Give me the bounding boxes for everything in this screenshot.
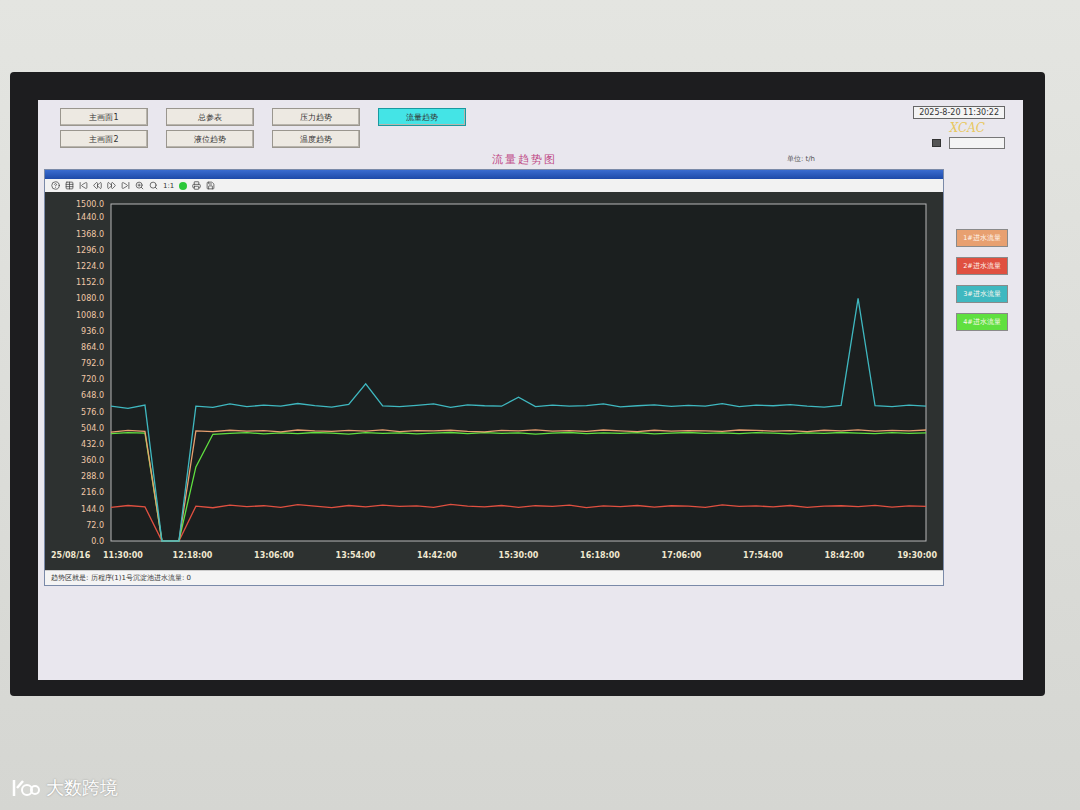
status-block: 2025-8-20 11:30:22 XCAC <box>913 106 1005 149</box>
nav-button[interactable]: 主画面1 <box>60 108 148 126</box>
page: 主画面1 总参表压力趋势流量趋势主画面2 液位趋势温度趋势 2025-8-20 11:… <box>0 0 1080 810</box>
status-line: 趋势区就是: 历程序(1)1号沉淀池进水流量: 0 <box>45 570 943 585</box>
help-button[interactable] <box>51 181 60 190</box>
user-row <box>932 137 1005 149</box>
x-tick: 18:42:00 <box>825 551 865 560</box>
save-icon <box>206 181 215 190</box>
y-tick: 648.0 <box>81 391 104 400</box>
y-tick: 1080.0 <box>76 294 104 303</box>
skip-forward-icon <box>121 181 130 190</box>
datetime: 2025-8-20 11:30:22 <box>913 106 1005 119</box>
x-tick: 14:42:00 <box>417 551 457 560</box>
skip-back-icon <box>79 181 88 190</box>
y-tick: 576.0 <box>81 408 104 417</box>
rewind-icon <box>93 181 102 190</box>
series-line <box>111 504 926 541</box>
first-button[interactable] <box>79 181 88 190</box>
nav-button[interactable]: 液位趋势 <box>166 130 254 148</box>
nav-button[interactable]: 主画面2 <box>60 130 148 148</box>
main-row: 1:11500.01440.01368.01296.01224.01152.01… <box>44 169 1005 586</box>
y-tick: 216.0 <box>81 488 104 497</box>
table-button[interactable] <box>65 181 74 190</box>
x-tick: 16:18:00 <box>580 551 620 560</box>
rewind-button[interactable] <box>93 181 102 190</box>
y-tick: 1500.0 <box>76 200 104 209</box>
series-line <box>111 298 926 541</box>
fast-forward-icon <box>107 181 116 190</box>
y-tick: 1368.0 <box>76 230 104 239</box>
y-tick: 864.0 <box>81 343 104 352</box>
y-tick: 432.0 <box>81 440 104 449</box>
x-tick: 17:54:00 <box>743 551 783 560</box>
y-tick: 72.0 <box>86 521 104 530</box>
watermark-logo-icon <box>10 777 40 799</box>
hmi-screen: 主画面1 总参表压力趋势流量趋势主画面2 液位趋势温度趋势 2025-8-20 11:… <box>38 100 1023 680</box>
y-tick: 1008.0 <box>76 311 104 320</box>
y-tick: 0.0 <box>91 537 104 546</box>
search-button[interactable] <box>149 181 158 190</box>
nav-button[interactable]: 总参表 <box>166 108 254 126</box>
series-line <box>111 430 926 541</box>
x-tick: 13:06:00 <box>254 551 294 560</box>
zoom-in-icon <box>135 181 144 190</box>
forward-button[interactable] <box>107 181 116 190</box>
y-tick: 792.0 <box>81 359 104 368</box>
watermark: 大数跨境 <box>10 776 1080 800</box>
monitor-bezel: 主画面1 总参表压力趋势流量趋势主画面2 液位趋势温度趋势 2025-8-20 11:… <box>10 72 1045 696</box>
legend-button[interactable]: 4#进水流量 <box>956 313 1008 331</box>
plot-frame <box>111 204 926 541</box>
run-indicator[interactable] <box>179 182 187 190</box>
chart-toolbar: 1:1 <box>45 179 943 192</box>
nav-button[interactable]: 压力趋势 <box>272 108 360 126</box>
x-tick: 11:30:00 <box>103 551 143 560</box>
y-tick: 360.0 <box>81 456 104 465</box>
printer-icon <box>192 181 201 190</box>
search-icon <box>149 181 158 190</box>
x-tick: 13:54:00 <box>336 551 376 560</box>
legend-button[interactable]: 3#进水流量 <box>956 285 1008 303</box>
title-row: 流量趋势图 单位: t/h <box>44 151 1005 167</box>
y-tick: 1224.0 <box>76 262 104 271</box>
unit-label: 单位: t/h <box>787 154 815 164</box>
nav-button[interactable]: 温度趋势 <box>272 130 360 148</box>
nav-grid: 主画面1 总参表压力趋势流量趋势主画面2 液位趋势温度趋势 <box>60 106 466 148</box>
x-tick: 15:30:00 <box>499 551 539 560</box>
help-icon <box>51 181 60 190</box>
nav-button[interactable]: 流量趋势 <box>378 108 466 126</box>
save-button[interactable] <box>206 181 215 190</box>
x-tick: 17:06:00 <box>662 551 702 560</box>
x-date: 25/08/16 <box>51 551 91 560</box>
y-tick: 288.0 <box>81 472 104 481</box>
x-tick: 12:18:00 <box>173 551 213 560</box>
zoom-in-button[interactable] <box>135 181 144 190</box>
logo: XCAC <box>950 121 1005 135</box>
y-tick: 1296.0 <box>76 246 104 255</box>
top-bar: 主画面1 总参表压力趋势流量趋势主画面2 液位趋势温度趋势 2025-8-20 11:… <box>44 106 1005 149</box>
table-icon <box>65 181 74 190</box>
user-icon <box>932 139 941 147</box>
y-tick: 936.0 <box>81 327 104 336</box>
plot-area: 1500.0 1440.0 1368.0 1296.0 1224.0 1152.0 1080… <box>45 192 943 570</box>
watermark-text: 大数跨境 <box>46 776 118 800</box>
legend-button[interactable]: 2#进水流量 <box>956 257 1008 275</box>
legend-button[interactable]: 1#进水流量 <box>956 229 1008 247</box>
chart-window: 1:11500.01440.01368.01296.01224.01152.01… <box>44 169 944 586</box>
legend: 1#进水流量 2#进水流量 3#进水流量 4#进水流量 <box>956 229 1008 586</box>
print-button[interactable] <box>192 181 201 190</box>
series-line <box>111 432 926 541</box>
page-title: 流量趋势图 <box>492 152 557 167</box>
user-field[interactable] <box>949 137 1005 149</box>
y-tick: 1152.0 <box>76 278 104 287</box>
flow-trend-chart: 1500.0 1440.0 1368.0 1296.0 1224.0 1152.0 1080… <box>49 194 939 566</box>
y-tick: 144.0 <box>81 505 104 514</box>
chart-title-bar <box>45 170 943 179</box>
y-tick: 1440.0 <box>76 213 104 222</box>
zoom-label[interactable]: 1:1 <box>163 182 174 190</box>
y-tick: 720.0 <box>81 375 104 384</box>
last-button[interactable] <box>121 181 130 190</box>
y-tick: 504.0 <box>81 424 104 433</box>
x-tick: 19:30:00 <box>897 551 937 560</box>
